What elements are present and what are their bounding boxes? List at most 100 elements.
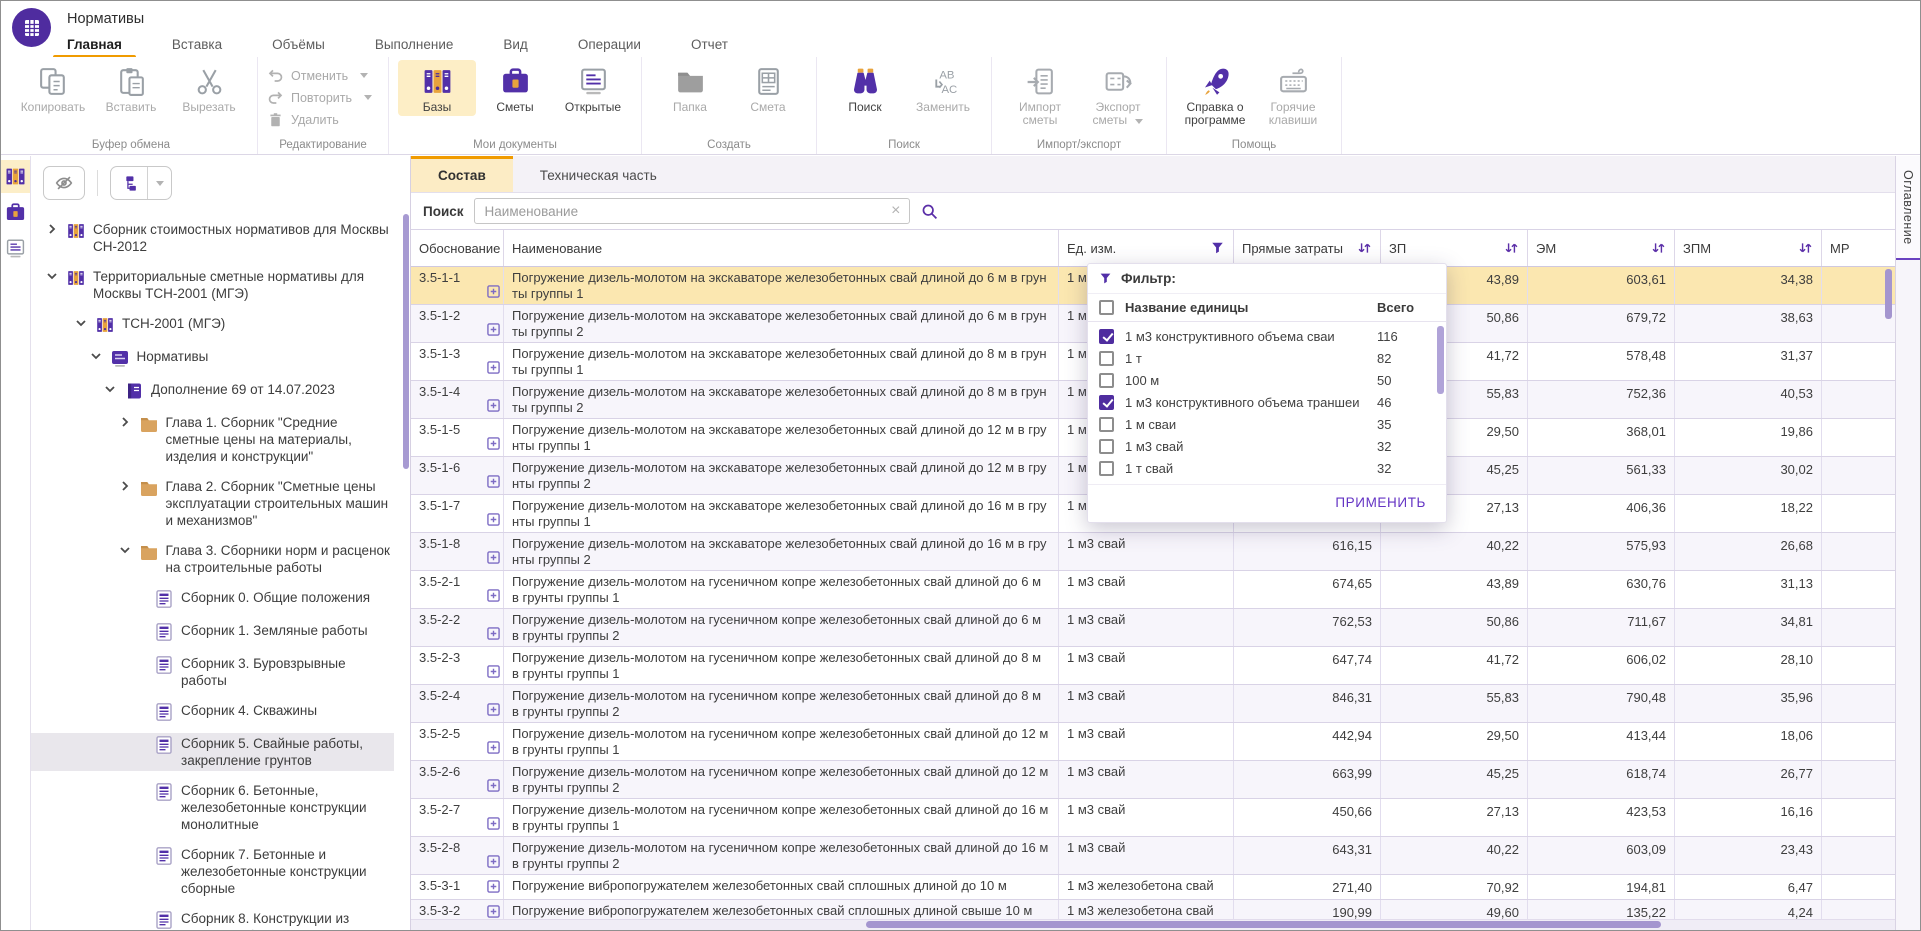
- search-icon[interactable]: [920, 202, 939, 221]
- filter-checkbox[interactable]: [1099, 373, 1114, 388]
- expand-row-icon[interactable]: [487, 703, 500, 720]
- column-header[interactable]: Прямые затраты: [1234, 230, 1381, 266]
- tree-item[interactable]: ТСН-2001 (МГЭ): [31, 313, 394, 337]
- filter-checkbox[interactable]: [1099, 417, 1114, 432]
- filter-item[interactable]: 1 т свай32: [1088, 457, 1446, 479]
- menu-tab[interactable]: Операции: [578, 37, 641, 52]
- tree-scrollbar[interactable]: [403, 214, 409, 469]
- search-field[interactable]: [483, 203, 886, 220]
- column-header[interactable]: МР: [1822, 230, 1895, 266]
- tree-item[interactable]: Сборник 5. Свайные работы, закрепление г…: [31, 733, 394, 771]
- ribbon-button-bases[interactable]: Базы: [398, 60, 476, 116]
- clear-search-icon[interactable]: ×: [891, 203, 900, 219]
- expand-row-icon[interactable]: [487, 551, 500, 568]
- table-row[interactable]: 3.5-2-6Погружение дизель-молотом на гусе…: [411, 761, 1895, 799]
- expand-row-icon[interactable]: [487, 741, 500, 758]
- table-row[interactable]: 3.5-1-8Погружение дизель-молотом на экск…: [411, 533, 1895, 571]
- filter-checkbox[interactable]: [1099, 395, 1114, 410]
- menu-tab[interactable]: Выполнение: [375, 37, 454, 52]
- filter-checkbox[interactable]: [1099, 461, 1114, 476]
- column-header[interactable]: ЗП: [1381, 230, 1528, 266]
- ribbon-button-opened[interactable]: Открытые: [554, 60, 632, 116]
- filter-item[interactable]: 1 м3 свай32: [1088, 435, 1446, 457]
- scrollbar-thumb[interactable]: [866, 921, 1661, 928]
- table-row[interactable]: 3.5-2-8Погружение дизель-молотом на гусе…: [411, 837, 1895, 875]
- table-row[interactable]: 3.5-2-2Погружение дизель-молотом на гусе…: [411, 609, 1895, 647]
- filter-item[interactable]: 1 м3 конструктивного объема сваи116: [1088, 325, 1446, 347]
- expand-row-icon[interactable]: [487, 665, 500, 682]
- ribbon-button-keyboard[interactable]: Горячие клавиши: [1254, 60, 1332, 129]
- filter-item[interactable]: 1 м сваи35: [1088, 413, 1446, 435]
- table-row[interactable]: 3.5-2-7Погружение дизель-молотом на гусе…: [411, 799, 1895, 837]
- ribbon-button-binoculars[interactable]: Поиск: [826, 60, 904, 116]
- ribbon-button-trash[interactable]: Удалить: [267, 111, 379, 128]
- expand-row-icon[interactable]: [487, 437, 500, 454]
- table-row[interactable]: 3.5-2-3Погружение дизель-молотом на гусе…: [411, 647, 1895, 685]
- dropdown-arrow-icon[interactable]: [360, 73, 368, 78]
- table-row[interactable]: 3.5-2-1Погружение дизель-молотом на гусе…: [411, 571, 1895, 609]
- menu-tab[interactable]: Главная: [67, 37, 122, 52]
- table-row[interactable]: 3.5-3-1Погружение вибропогружателем желе…: [411, 875, 1895, 900]
- ribbon-button-cut[interactable]: Вырезать: [170, 60, 248, 116]
- table-vertical-scrollbar[interactable]: [1885, 269, 1892, 319]
- ribbon-button-folder[interactable]: Папка: [651, 60, 729, 116]
- column-header[interactable]: Наименование: [504, 230, 1059, 266]
- ribbon-button-paste[interactable]: Вставить: [92, 60, 170, 116]
- tab-table-of-contents[interactable]: Оглавление: [1896, 156, 1920, 260]
- column-header[interactable]: Обоснование: [411, 230, 504, 266]
- tree-item[interactable]: Сборник 3. Буровзрывные работы: [31, 653, 394, 691]
- ribbon-button-replace[interactable]: ABACЗаменить: [904, 60, 982, 116]
- column-header[interactable]: ЗПМ: [1675, 230, 1822, 266]
- expand-row-icon[interactable]: [487, 323, 500, 340]
- tree-item[interactable]: Глава 2. Сборник "Сметные цены эксплуата…: [31, 476, 394, 531]
- app-logo-icon[interactable]: [12, 8, 51, 47]
- tree-item[interactable]: Сборник 4. Скважины: [31, 700, 394, 724]
- filter-scrollbar[interactable]: [1437, 326, 1444, 394]
- expand-row-icon[interactable]: [487, 779, 500, 796]
- tree-item[interactable]: Сборник стоимостных нормативов для Москв…: [31, 219, 394, 257]
- ribbon-button-import[interactable]: Импорт сметы: [1001, 60, 1079, 129]
- dropdown-arrow-icon[interactable]: [1135, 119, 1143, 124]
- tree-item[interactable]: Сборник 8. Конструкции из кирпича и блок…: [31, 908, 394, 930]
- expand-row-icon[interactable]: [487, 589, 500, 606]
- expand-row-icon[interactable]: [487, 399, 500, 416]
- ribbon-button-copy[interactable]: Копировать: [14, 60, 92, 116]
- tree-item[interactable]: Глава 1. Сборник "Средние сметные цены н…: [31, 412, 394, 467]
- dock-item-bases[interactable]: [1, 160, 30, 193]
- ribbon-button-undo[interactable]: Отменить: [267, 67, 379, 84]
- tree-item[interactable]: Сборник 6. Бетонные, железобетонные конс…: [31, 780, 394, 835]
- menu-tab[interactable]: Вид: [503, 37, 527, 52]
- doc-tab[interactable]: Техническая часть: [513, 156, 684, 192]
- tree-view-mode-button[interactable]: [110, 166, 172, 200]
- expand-row-icon[interactable]: [487, 627, 500, 644]
- dropdown-arrow-icon[interactable]: [364, 95, 372, 100]
- tree-item[interactable]: Территориальные сметные нормативы для Мо…: [31, 266, 394, 304]
- tree-item[interactable]: Дополнение 69 от 14.07.2023: [31, 379, 394, 403]
- column-header[interactable]: Ед. изм.: [1059, 230, 1234, 266]
- column-header[interactable]: ЭМ: [1528, 230, 1675, 266]
- ribbon-button-export[interactable]: Экспорт сметы: [1079, 60, 1157, 129]
- tree-item[interactable]: Нормативы: [31, 346, 394, 370]
- select-all-checkbox[interactable]: [1099, 300, 1114, 315]
- expand-row-icon[interactable]: [487, 817, 500, 834]
- search-input[interactable]: ×: [474, 198, 910, 224]
- ribbon-button-estimatedoc[interactable]: Смета: [729, 60, 807, 116]
- expand-row-icon[interactable]: [487, 361, 500, 378]
- menu-tab[interactable]: Вставка: [172, 37, 222, 52]
- expand-row-icon[interactable]: [487, 475, 500, 492]
- table-row[interactable]: 3.5-2-5Погружение дизель-молотом на гусе…: [411, 723, 1895, 761]
- filter-item[interactable]: 1 т82: [1088, 347, 1446, 369]
- filter-checkbox[interactable]: [1099, 329, 1114, 344]
- tree-item[interactable]: Сборник 7. Бетонные и железобетонные кон…: [31, 844, 394, 899]
- expand-row-icon[interactable]: [487, 285, 500, 302]
- ribbon-button-rocket[interactable]: Справка о программе: [1176, 60, 1254, 129]
- expand-row-icon[interactable]: [487, 855, 500, 872]
- apply-filter-button[interactable]: ПРИМЕНИТЬ: [1329, 494, 1432, 511]
- tree-item[interactable]: Глава 3. Сборники норм и расценок на стр…: [31, 540, 394, 578]
- tree-item[interactable]: Сборник 0. Общие положения: [31, 587, 394, 611]
- doc-tab[interactable]: Состав: [411, 156, 513, 192]
- menu-tab[interactable]: Объёмы: [272, 37, 325, 52]
- ribbon-button-redo[interactable]: Повторить: [267, 89, 379, 106]
- dropdown-arrow-icon[interactable]: [147, 167, 171, 199]
- menu-tab[interactable]: Отчет: [691, 37, 728, 52]
